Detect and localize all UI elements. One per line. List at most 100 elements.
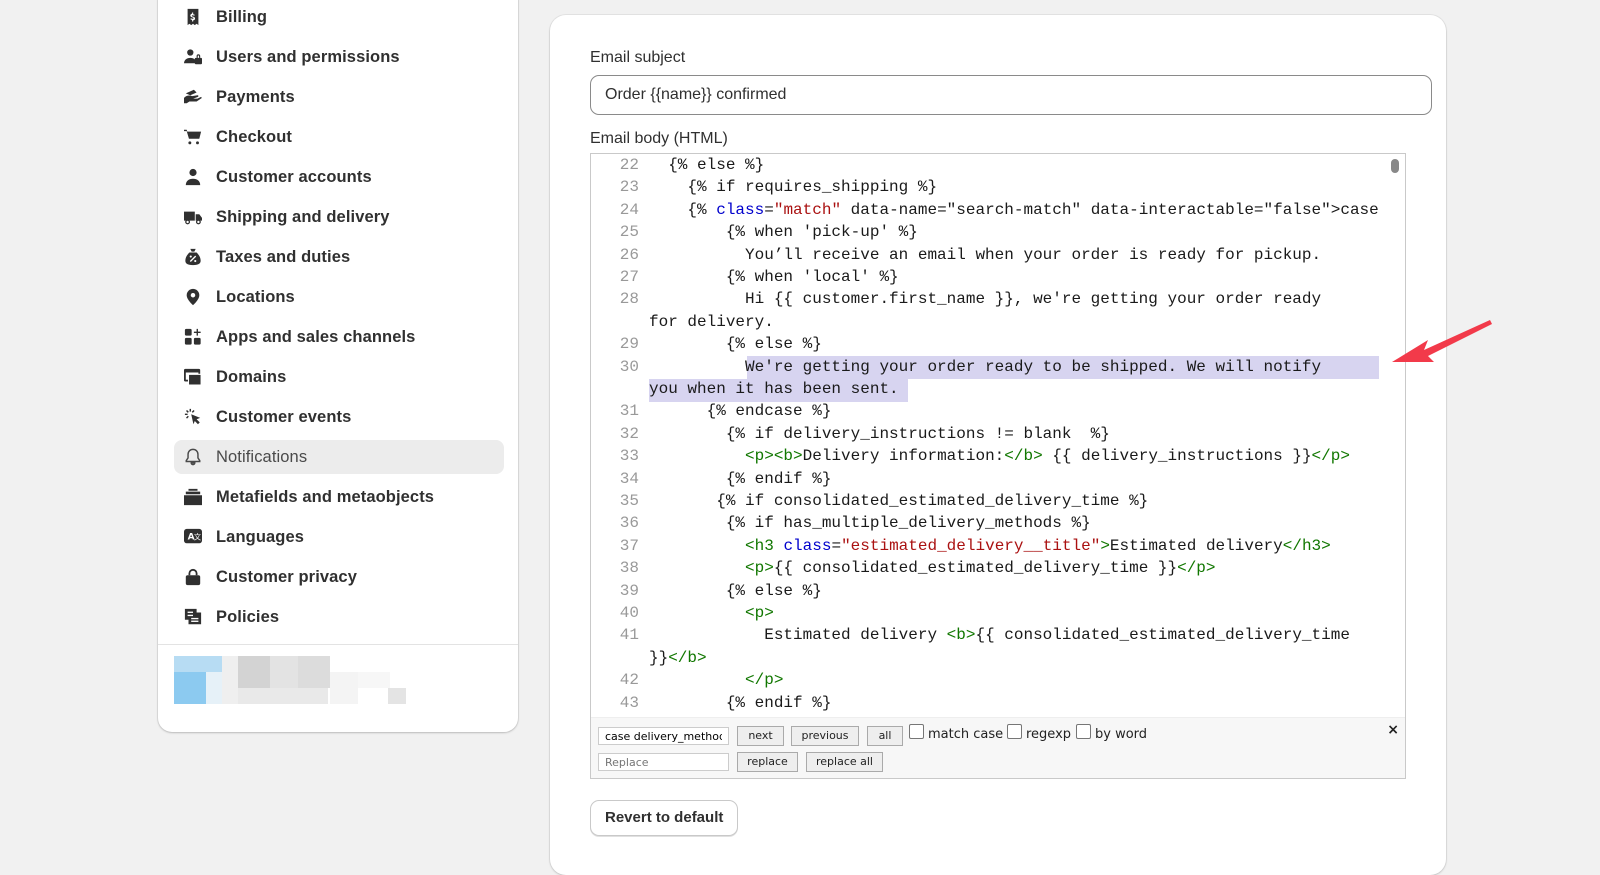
store-avatar-blurred[interactable] xyxy=(174,656,409,704)
language-icon: A文 xyxy=(182,526,204,548)
by-word-checkbox[interactable]: by word xyxy=(1076,724,1147,742)
search-query-input[interactable] xyxy=(598,727,729,745)
checkbox-box[interactable] xyxy=(909,724,924,739)
replace-button[interactable]: replace xyxy=(737,752,798,772)
svg-text:文: 文 xyxy=(194,533,201,542)
bell-icon xyxy=(182,446,204,468)
revert-to-default-button[interactable]: Revert to default xyxy=(590,800,739,836)
replace-all-button[interactable]: replace all xyxy=(806,752,883,772)
search-previous-button[interactable]: previous xyxy=(791,726,859,746)
sidebar-item-customer-events[interactable]: Customer events xyxy=(174,400,504,434)
match-case-checkbox[interactable]: match case xyxy=(909,724,1003,742)
apps-icon xyxy=(182,326,204,348)
line-number: 32 xyxy=(619,424,639,443)
code-area[interactable]: 22 {% else %} 23 {% if requires_shipping … xyxy=(591,154,1381,717)
sidebar-item-payments[interactable]: Payments xyxy=(174,80,504,114)
domains-icon xyxy=(182,366,204,388)
code-line[interactable]: {% else %} xyxy=(649,580,822,603)
checkbox-box[interactable] xyxy=(1007,724,1022,739)
code-line[interactable]: {% endcase %} xyxy=(649,400,832,423)
search-next-button[interactable]: next xyxy=(737,726,784,746)
sidebar-item-label: Apps and sales channels xyxy=(216,327,416,346)
sidebar-item-billing[interactable]: Billing xyxy=(174,0,504,34)
line-number: 29 xyxy=(619,335,639,354)
code-line[interactable]: for delivery. xyxy=(649,311,774,334)
sidebar-item-label: Checkout xyxy=(216,127,292,146)
tax-bag-icon xyxy=(182,246,204,268)
sidebar-item-label: Customer privacy xyxy=(216,567,357,586)
metafields-icon xyxy=(182,486,204,508)
code-line[interactable]: {% class="match" data-name="search-match… xyxy=(649,199,1381,222)
line-number: 36 xyxy=(619,514,639,533)
checkbox-box[interactable] xyxy=(1076,724,1091,739)
code-line[interactable]: {% if consolidated_estimated_delivery_ti… xyxy=(649,490,1148,513)
line-number: 39 xyxy=(619,581,639,600)
sidebar-item-customer-privacy[interactable]: Customer privacy xyxy=(174,560,504,594)
sidebar-item-locations[interactable]: Locations xyxy=(174,280,504,314)
code-line[interactable]: {% endif %} xyxy=(649,468,832,491)
sidebar-item-label: Customer events xyxy=(216,407,352,426)
code-line[interactable]: {% when 'local' %} xyxy=(649,266,899,289)
line-number: 24 xyxy=(619,200,639,219)
sidebar-item-metafields-and-metaobjects[interactable]: Metafields and metaobjects xyxy=(174,480,504,514)
code-line[interactable]: {% if requires_shipping %} xyxy=(649,176,937,199)
close-search-icon[interactable]: × xyxy=(1387,722,1399,738)
policies-icon xyxy=(182,606,204,628)
sidebar-item-languages[interactable]: A 文 Languages xyxy=(174,520,504,554)
sidebar-item-label: Domains xyxy=(216,367,287,386)
code-line[interactable]: <p>{{ consolidated_estimated_delivery_ti… xyxy=(649,557,1216,580)
settings-sidebar: Billing Users and permissions Payments Chec… xyxy=(158,0,518,732)
sidebar-item-notifications[interactable]: Notifications xyxy=(174,440,504,474)
sidebar-item-customer-accounts[interactable]: Customer accounts xyxy=(174,160,504,194)
code-line[interactable]: {% endif %} xyxy=(649,692,832,715)
code-line[interactable]: <p> xyxy=(649,602,774,625)
line-number: 43 xyxy=(619,693,639,712)
code-line[interactable]: <p><b>Delivery information:</b> {{ deliv… xyxy=(649,445,1350,468)
regexp-checkbox[interactable]: regexp xyxy=(1007,724,1072,742)
editor-scrollbar-thumb[interactable] xyxy=(1391,159,1399,173)
line-number: 27 xyxy=(619,268,639,286)
search-all-button[interactable]: all xyxy=(867,726,903,746)
code-line[interactable]: {% else %} xyxy=(649,333,822,356)
notification-template-card: Email subject Email body (HTML) 22 {% el… xyxy=(550,15,1446,875)
line-number: 41 xyxy=(619,626,639,645)
sidebar-item-label: Notifications xyxy=(216,447,308,466)
sidebar-item-domains[interactable]: Domains xyxy=(174,360,504,394)
code-line[interactable]: you when it has been sent. xyxy=(649,378,899,401)
code-line[interactable]: Hi {{ customer.first_name }}, we're gett… xyxy=(649,288,1321,311)
code-line[interactable]: Estimated delivery <b>{{ consolidated_es… xyxy=(649,624,1350,647)
code-line[interactable]: {% if has_multiple_delivery_methods %} xyxy=(649,512,1091,535)
code-line[interactable]: {% if delivery_instructions != blank %} xyxy=(649,423,1110,446)
sidebar-item-label: Shipping and delivery xyxy=(216,207,390,226)
regexp-label: regexp xyxy=(1026,727,1072,742)
replace-input[interactable] xyxy=(598,753,729,771)
code-line[interactable]: We're getting your order ready to be shi… xyxy=(649,356,1321,379)
line-number xyxy=(591,378,639,401)
sidebar-item-shipping-and-delivery[interactable]: Shipping and delivery xyxy=(174,200,504,234)
email-subject-input[interactable] xyxy=(590,75,1432,115)
code-line[interactable]: You’ll receive an email when your order … xyxy=(649,244,1321,267)
sidebar-item-checkout[interactable]: Checkout xyxy=(174,120,504,154)
line-number: 42 xyxy=(619,671,639,690)
sidebar-item-policies[interactable]: Policies xyxy=(174,600,504,634)
line-number xyxy=(591,311,639,334)
sidebar-item-users-and-permissions[interactable]: Users and permissions xyxy=(174,40,504,74)
sidebar-item-label: Billing xyxy=(216,7,268,26)
code-line[interactable]: {% when 'pick-up' %} xyxy=(649,221,918,244)
code-line[interactable]: }}</b> xyxy=(649,647,707,670)
sidebar-item-apps-and-sales-channels[interactable]: Apps and sales channels xyxy=(174,320,504,354)
code-line[interactable]: {% else %} xyxy=(649,154,764,177)
search-replace-panel: next previous all match case regexp by w… xyxy=(591,717,1405,778)
email-subject-label: Email subject xyxy=(590,49,686,66)
line-number: 37 xyxy=(619,536,639,555)
cart-icon xyxy=(182,126,204,148)
code-line[interactable]: <h3 class="estimated_delivery__title">Es… xyxy=(649,535,1331,558)
sidebar-item-label: Metafields and metaobjects xyxy=(216,487,435,506)
sidebar-item-label: Users and permissions xyxy=(216,47,400,66)
cursor-click-icon xyxy=(182,406,204,428)
code-editor[interactable]: 22 {% else %} 23 {% if requires_shipping … xyxy=(590,153,1406,779)
code-line[interactable]: </p> xyxy=(649,669,783,692)
person-icon xyxy=(182,166,204,188)
sidebar-item-taxes-and-duties[interactable]: Taxes and duties xyxy=(174,240,504,274)
email-body-label: Email body (HTML) xyxy=(590,130,728,147)
